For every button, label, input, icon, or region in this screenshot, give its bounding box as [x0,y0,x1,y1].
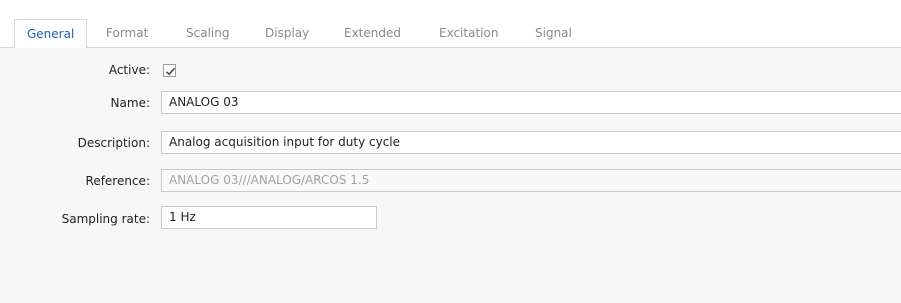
general-panel: Active: Name: ANALOG 03 Description: Ana… [0,48,901,303]
check-icon [165,67,176,76]
reference-label: Reference: [85,174,150,188]
tab-general[interactable]: General [14,19,88,50]
sampling-rate-label: Sampling rate: [61,212,150,226]
description-label: Description: [77,136,150,150]
tab-display[interactable]: Display [265,21,309,47]
tab-bar: General Format Scaling Display Extended … [0,11,901,50]
tab-scaling[interactable]: Scaling [186,21,229,47]
description-field[interactable]: Analog acquisition input for duty cycle [161,131,901,154]
active-checkbox[interactable] [163,64,176,77]
tab-extended[interactable]: Extended [344,21,401,47]
tab-format[interactable]: Format [106,21,148,47]
name-field[interactable]: ANALOG 03 [161,91,901,114]
top-border [0,0,901,11]
tab-excitation[interactable]: Excitation [439,21,498,47]
sampling-rate-field[interactable]: 1 Hz [161,206,377,229]
tab-signal[interactable]: Signal [535,21,572,47]
name-label: Name: [110,96,150,110]
reference-field: ANALOG 03///ANALOG/ARCOS 1.5 [161,169,901,192]
active-label: Active: [108,63,150,77]
